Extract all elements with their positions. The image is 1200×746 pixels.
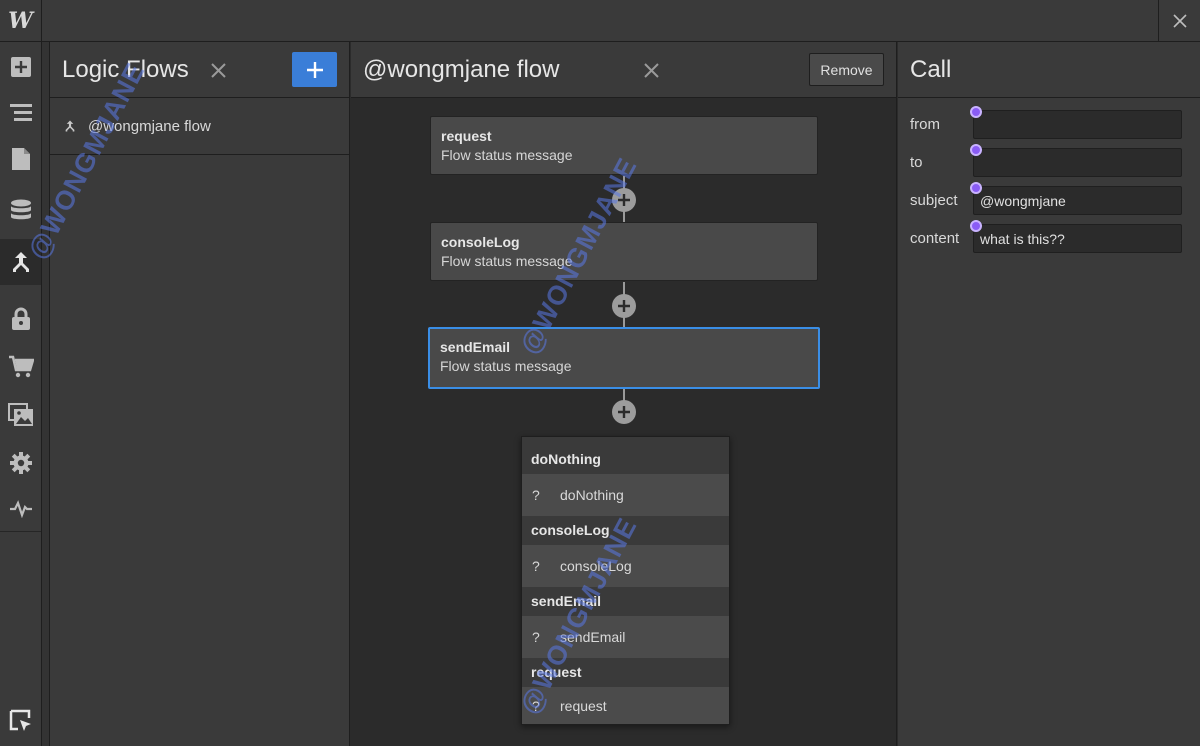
- node-subtitle: Flow status message: [441, 147, 573, 163]
- remove-flow-button[interactable]: Remove: [809, 53, 884, 86]
- audit-button[interactable]: [0, 486, 41, 532]
- close-icon: [1172, 14, 1187, 28]
- menu-item-request[interactable]: ? request: [522, 687, 729, 724]
- flow-node-request[interactable]: request Flow status message: [430, 116, 818, 175]
- settings-button[interactable]: [0, 440, 41, 486]
- webflow-logo[interactable]: W: [0, 0, 42, 42]
- menu-item-donothing[interactable]: ? doNothing: [522, 474, 729, 516]
- pages-button[interactable]: [0, 136, 41, 182]
- navigator-button[interactable]: [0, 90, 41, 136]
- unknown-icon: ?: [532, 558, 540, 574]
- add-step-button[interactable]: [612, 188, 636, 212]
- add-panel-button[interactable]: [0, 44, 41, 90]
- content-input[interactable]: [973, 224, 1182, 253]
- step-type-menu: doNothing ? doNothing consoleLog ? conso…: [521, 436, 730, 725]
- node-title: sendEmail: [440, 339, 511, 355]
- add-step-button[interactable]: [612, 294, 636, 318]
- cart-icon: [8, 355, 34, 378]
- menu-group-header: consoleLog: [522, 516, 729, 545]
- close-icon: [643, 62, 659, 78]
- call-settings-panel: Call from to subject content: [898, 42, 1200, 746]
- flow-list-item-label: @wongmjane flow: [88, 117, 211, 135]
- menu-item-label: request: [560, 697, 607, 714]
- left-nav: [0, 42, 42, 746]
- binding-dot[interactable]: [970, 220, 982, 232]
- users-lock-button[interactable]: [0, 296, 41, 342]
- binding-dot[interactable]: [970, 144, 982, 156]
- menu-item-label: sendEmail: [560, 629, 626, 645]
- node-subtitle: Flow status message: [440, 358, 572, 374]
- ecommerce-button[interactable]: [0, 344, 41, 390]
- menu-item-sendemail[interactable]: ? sendEmail: [522, 616, 729, 658]
- images-icon: [7, 403, 33, 426]
- flow-title: @wongmjane flow: [363, 56, 560, 83]
- menu-item-consolelog[interactable]: ? consoleLog: [522, 545, 729, 587]
- node-title: request: [441, 128, 492, 144]
- database-icon: [10, 199, 31, 220]
- menu-group-header: sendEmail: [522, 587, 729, 616]
- menu-item-label: consoleLog: [560, 558, 632, 574]
- plus-icon: [306, 61, 323, 78]
- add-square-icon: [10, 57, 31, 77]
- flow-node-consolelog[interactable]: consoleLog Flow status message: [430, 222, 818, 281]
- logic-flows-title: Logic Flows: [62, 56, 189, 83]
- logic-flow-icon: [64, 119, 78, 133]
- add-flow-button[interactable]: +: [292, 52, 337, 87]
- close-logic-flows-button[interactable]: [208, 60, 228, 80]
- binding-dot[interactable]: [970, 182, 982, 194]
- close-flow-button[interactable]: [641, 60, 661, 80]
- flow-canvas-panel: @wongmjane flow Remove request Flow stat…: [351, 42, 897, 746]
- close-app-button[interactable]: [1158, 0, 1200, 42]
- call-title: Call: [910, 56, 952, 83]
- panel-gutter: [42, 42, 50, 746]
- gear-icon: [9, 452, 32, 474]
- call-header: Call: [898, 42, 1200, 98]
- flow-node-sendemail[interactable]: sendEmail Flow status message: [428, 327, 820, 389]
- flow-canvas-header: @wongmjane flow Remove: [351, 42, 896, 98]
- unknown-icon: ?: [532, 487, 540, 503]
- plus-icon: [618, 300, 630, 312]
- cms-button[interactable]: [0, 188, 41, 234]
- from-label: from: [910, 116, 940, 133]
- node-subtitle: Flow status message: [441, 253, 573, 269]
- add-step-button[interactable]: [612, 400, 636, 424]
- assets-button[interactable]: [0, 392, 41, 438]
- page-icon: [11, 148, 30, 170]
- unknown-icon: ?: [532, 697, 540, 714]
- unknown-icon: ?: [532, 629, 540, 645]
- to-input[interactable]: [973, 148, 1182, 177]
- to-label: to: [910, 154, 923, 171]
- binding-dot[interactable]: [970, 106, 982, 118]
- menu-group-header: doNothing: [522, 445, 729, 474]
- menu-item-label: doNothing: [560, 487, 624, 503]
- subject-input[interactable]: [973, 186, 1182, 215]
- lock-icon: [11, 307, 30, 330]
- select-tool-button[interactable]: [0, 698, 41, 744]
- close-icon: [210, 62, 226, 78]
- plus-icon: [618, 406, 630, 418]
- logic-flows-header: Logic Flows +: [50, 42, 349, 98]
- navigator-icon: [9, 104, 32, 121]
- flow-list-item[interactable]: @wongmjane flow: [50, 98, 349, 155]
- content-label: content: [910, 230, 960, 247]
- menu-group-header: request: [522, 658, 729, 687]
- top-bar: W: [0, 0, 1200, 42]
- from-input[interactable]: [973, 110, 1182, 139]
- activity-icon: [9, 499, 32, 518]
- node-title: consoleLog: [441, 234, 520, 250]
- logic-flows-panel: Logic Flows + @wongmjane flow: [50, 42, 350, 746]
- plus-icon: [618, 194, 630, 206]
- subject-label: subject: [910, 192, 958, 209]
- cursor-select-icon: [9, 709, 31, 731]
